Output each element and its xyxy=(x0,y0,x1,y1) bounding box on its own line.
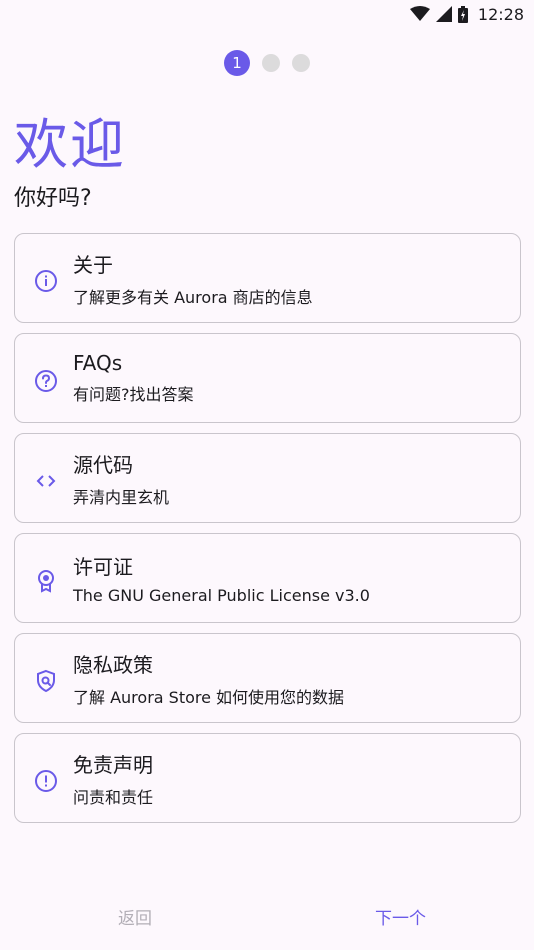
signal-icon xyxy=(435,6,452,22)
battery-icon xyxy=(457,5,468,23)
privacy-shield-icon xyxy=(33,668,59,694)
about-card[interactable]: 关于 了解更多有关 Aurora 商店的信息 xyxy=(14,233,521,323)
page-dot xyxy=(292,54,310,72)
info-card-list: 关于 了解更多有关 Aurora 商店的信息 FAQs 有问题?找出答案 源代码… xyxy=(14,233,521,823)
privacy-policy-card[interactable]: 隐私政策 了解 Aurora Store 如何使用您的数据 xyxy=(14,633,521,723)
card-title: FAQs xyxy=(73,351,123,375)
card-description: 问责和责任 xyxy=(73,787,154,807)
card-title: 隐私政策 xyxy=(73,652,153,677)
card-title: 免责声明 xyxy=(73,752,153,777)
faqs-card[interactable]: FAQs 有问题?找出答案 xyxy=(14,333,521,423)
card-title: 许可证 xyxy=(73,555,133,579)
warning-icon xyxy=(33,768,59,794)
page-dot-current: 1 xyxy=(224,50,250,76)
page-indicator: 1 xyxy=(0,50,534,76)
disclaimer-card[interactable]: 免责声明 问责和责任 xyxy=(14,733,521,823)
source-code-card[interactable]: 源代码 弄清内里玄机 xyxy=(14,433,521,523)
page-subtitle: 你好吗? xyxy=(14,186,92,211)
info-icon xyxy=(33,268,59,294)
page-title: 欢迎 xyxy=(14,113,126,176)
card-description: The GNU General Public License v3.0 xyxy=(73,586,370,605)
code-icon xyxy=(33,468,59,494)
page-dot xyxy=(262,54,280,72)
status-time: 12:28 xyxy=(477,4,524,24)
status-bar: 12:28 xyxy=(0,0,534,28)
bottom-navigation: 返回 下一个 xyxy=(0,896,534,936)
card-title: 源代码 xyxy=(73,452,133,477)
card-title: 关于 xyxy=(73,252,113,277)
help-icon xyxy=(33,368,59,394)
card-description: 了解更多有关 Aurora 商店的信息 xyxy=(73,287,313,307)
card-description: 了解 Aurora Store 如何使用您的数据 xyxy=(73,687,345,707)
card-description: 有问题?找出答案 xyxy=(73,385,194,404)
license-card[interactable]: 许可证 The GNU General Public License v3.0 xyxy=(14,533,521,623)
wifi-icon xyxy=(409,6,430,21)
card-description: 弄清内里玄机 xyxy=(73,487,170,507)
back-button[interactable]: 返回 xyxy=(100,896,170,936)
next-button[interactable]: 下一个 xyxy=(357,896,444,936)
license-icon xyxy=(33,568,59,594)
